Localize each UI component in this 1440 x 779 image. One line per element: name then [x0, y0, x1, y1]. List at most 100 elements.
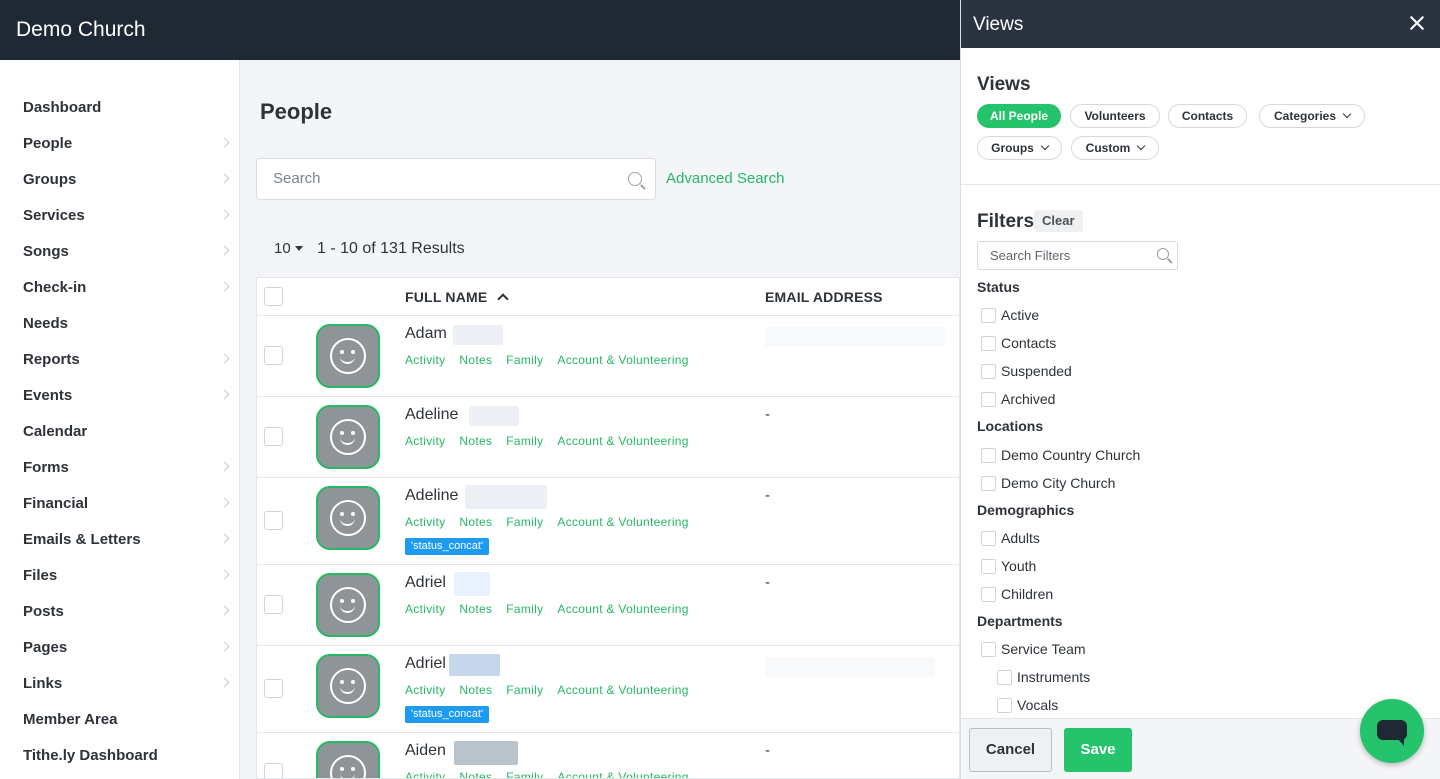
checkbox[interactable]: [981, 531, 996, 546]
checkbox[interactable]: [981, 448, 996, 463]
filter-option-contacts[interactable]: Contacts: [981, 335, 1056, 351]
search-input[interactable]: [273, 170, 613, 187]
notes-link[interactable]: Notes: [459, 602, 492, 616]
row-checkbox[interactable]: [264, 595, 283, 614]
checkbox[interactable]: [981, 392, 996, 407]
person-name[interactable]: Adriel: [405, 574, 446, 592]
sidebar-item-tithely-dashboard[interactable]: Tithe.ly Dashboard: [23, 742, 233, 770]
account-volunteering-link[interactable]: Account & Volunteering: [557, 515, 688, 529]
advanced-search-link[interactable]: Advanced Search: [666, 170, 784, 187]
account-volunteering-link[interactable]: Account & Volunteering: [557, 683, 688, 697]
filter-option-instruments[interactable]: Instruments: [997, 669, 1090, 685]
checkbox[interactable]: [981, 476, 996, 491]
family-link[interactable]: Family: [506, 770, 543, 778]
per-page-select[interactable]: 10: [274, 240, 303, 257]
sidebar-item-services[interactable]: Services: [23, 202, 233, 230]
sidebar-item-dashboard[interactable]: Dashboard: [23, 94, 233, 122]
activity-link[interactable]: Activity: [405, 770, 445, 778]
notes-link[interactable]: Notes: [459, 770, 492, 778]
column-full-name[interactable]: FULL NAME: [405, 289, 510, 305]
account-volunteering-link[interactable]: Account & Volunteering: [557, 434, 688, 448]
account-volunteering-link[interactable]: Account & Volunteering: [557, 770, 688, 778]
checkbox[interactable]: [981, 308, 996, 323]
filter-option-adults[interactable]: Adults: [981, 530, 1040, 546]
sidebar-item-pages[interactable]: Pages: [23, 634, 233, 662]
search-icon[interactable]: [1157, 248, 1169, 260]
sidebar-item-emails-letters[interactable]: Emails & Letters: [23, 526, 233, 554]
view-groups-dropdown[interactable]: Groups: [977, 136, 1062, 160]
sidebar-item-reports[interactable]: Reports: [23, 346, 233, 374]
notes-link[interactable]: Notes: [459, 683, 492, 697]
sidebar-item-events[interactable]: Events: [23, 382, 233, 410]
activity-link[interactable]: Activity: [405, 602, 445, 616]
sidebar-item-calendar[interactable]: Calendar: [23, 418, 233, 446]
view-volunteers[interactable]: Volunteers: [1070, 104, 1160, 128]
view-contacts[interactable]: Contacts: [1168, 104, 1247, 128]
chat-launcher[interactable]: [1360, 699, 1424, 763]
sidebar-item-groups[interactable]: Groups: [23, 166, 233, 194]
filter-option-archived[interactable]: Archived: [981, 391, 1055, 407]
cancel-button[interactable]: Cancel: [969, 728, 1052, 772]
person-name[interactable]: Adam: [405, 325, 447, 343]
select-all-checkbox[interactable]: [264, 287, 283, 306]
sidebar-item-check-in[interactable]: Check-in: [23, 274, 233, 302]
avatar[interactable]: [316, 324, 380, 388]
column-email[interactable]: EMAIL ADDRESS: [765, 289, 883, 305]
avatar[interactable]: [316, 573, 380, 637]
account-volunteering-link[interactable]: Account & Volunteering: [557, 602, 688, 616]
close-icon[interactable]: [1408, 14, 1426, 32]
notes-link[interactable]: Notes: [459, 353, 492, 367]
clear-filters-button[interactable]: Clear: [1034, 210, 1083, 232]
family-link[interactable]: Family: [506, 353, 543, 367]
avatar[interactable]: [316, 405, 380, 469]
save-button[interactable]: Save: [1064, 728, 1132, 772]
avatar[interactable]: [316, 654, 380, 718]
checkbox[interactable]: [981, 336, 996, 351]
app-brand[interactable]: Demo Church: [16, 18, 146, 42]
filter-option-active[interactable]: Active: [981, 307, 1039, 323]
filter-option-children[interactable]: Children: [981, 586, 1053, 602]
sidebar-item-files[interactable]: Files: [23, 562, 233, 590]
row-checkbox[interactable]: [264, 511, 283, 530]
family-link[interactable]: Family: [506, 434, 543, 448]
sidebar-item-financial[interactable]: Financial: [23, 490, 233, 518]
sidebar-item-links[interactable]: Links: [23, 670, 233, 698]
search-icon[interactable]: [628, 172, 642, 186]
people-search[interactable]: [256, 158, 656, 200]
activity-link[interactable]: Activity: [405, 353, 445, 367]
avatar[interactable]: [316, 741, 380, 778]
sidebar-item-posts[interactable]: Posts: [23, 598, 233, 626]
row-checkbox[interactable]: [264, 427, 283, 446]
notes-link[interactable]: Notes: [459, 434, 492, 448]
sidebar-item-forms[interactable]: Forms: [23, 454, 233, 482]
sidebar-item-member-area[interactable]: Member Area: [23, 706, 233, 734]
row-checkbox[interactable]: [264, 763, 283, 778]
view-categories-dropdown[interactable]: Categories: [1259, 104, 1365, 128]
row-checkbox[interactable]: [264, 679, 283, 698]
view-all-people[interactable]: All People: [977, 104, 1061, 128]
activity-link[interactable]: Activity: [405, 683, 445, 697]
sidebar-item-needs[interactable]: Needs: [23, 310, 233, 338]
view-custom-dropdown[interactable]: Custom: [1071, 136, 1159, 160]
sidebar-item-people[interactable]: People: [23, 130, 233, 158]
notes-link[interactable]: Notes: [459, 515, 492, 529]
activity-link[interactable]: Activity: [405, 434, 445, 448]
sidebar-item-songs[interactable]: Songs: [23, 238, 233, 266]
family-link[interactable]: Family: [506, 683, 543, 697]
checkbox[interactable]: [997, 698, 1012, 713]
filter-option-youth[interactable]: Youth: [981, 558, 1036, 574]
filter-search[interactable]: [977, 241, 1178, 270]
family-link[interactable]: Family: [506, 602, 543, 616]
checkbox[interactable]: [997, 670, 1012, 685]
person-name[interactable]: Aiden: [405, 742, 446, 760]
filter-option-demo-city-church[interactable]: Demo City Church: [981, 475, 1115, 491]
person-name[interactable]: Adriel: [405, 655, 446, 673]
checkbox[interactable]: [981, 642, 996, 657]
filter-option-vocals[interactable]: Vocals: [997, 697, 1058, 713]
filter-option-service-team[interactable]: Service Team: [981, 641, 1086, 657]
person-name[interactable]: Adeline: [405, 487, 458, 505]
person-name[interactable]: Adeline: [405, 406, 458, 424]
row-checkbox[interactable]: [264, 346, 283, 365]
checkbox[interactable]: [981, 364, 996, 379]
filter-search-input[interactable]: [990, 248, 1150, 263]
